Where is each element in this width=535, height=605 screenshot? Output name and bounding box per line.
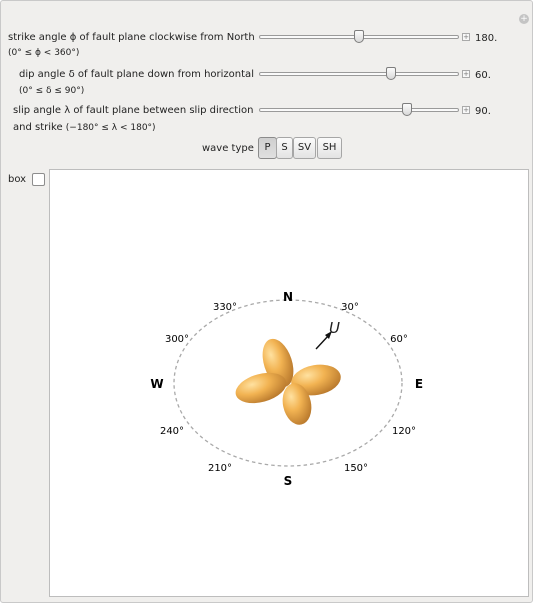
strike-value: 180. [475,33,498,44]
cardinal-west: W [150,377,163,391]
plot-area[interactable]: U N E S W 30° 60° 120° 150° 210° 240° 30… [49,169,529,597]
slip-slider-thumb[interactable] [401,103,412,116]
wave-type-label: wave type [202,143,254,154]
dip-slider[interactable] [259,67,459,80]
wave-type-sh-button[interactable]: SH [317,137,342,159]
radiation-pattern-plot: U N E S W 30° 60° 120° 150° 210° 240° 30… [150,290,423,488]
angle-300: 300° [165,334,189,345]
slip-expand-button[interactable]: + [462,106,470,114]
strike-slider-thumb[interactable] [354,30,364,43]
slip-range: (−180° ≤ λ < 180°) [65,123,156,133]
strike-range: (0° ≤ ϕ < 360°) [8,48,80,58]
angle-210: 210° [208,463,232,474]
slip-label-line2: and strike (−180° ≤ λ < 180°) [13,122,156,133]
cardinal-north: N [283,290,293,304]
angle-150: 150° [344,463,368,474]
angle-60: 60° [390,334,408,345]
angle-330: 330° [213,302,237,313]
slip-vector-line [315,334,330,350]
slip-vector-label: U [329,319,340,337]
angle-120: 120° [392,426,416,437]
strike-slider[interactable] [259,30,459,43]
dip-expand-button[interactable]: + [462,70,470,78]
slip-label-cont: and strike [13,122,63,133]
dip-value: 60. [475,70,491,81]
strike-label: strike angle ϕ of fault plane clockwise … [8,32,255,43]
angle-30: 30° [341,302,359,313]
wave-type-sv-button[interactable]: SV [293,137,316,159]
slip-label: slip angle λ of fault plane between slip… [13,105,254,116]
slip-slider[interactable] [259,103,459,116]
radiation-lobes [235,338,341,425]
angle-240: 240° [160,426,184,437]
dip-range: (0° ≤ δ ≤ 90°) [19,86,85,96]
dip-slider-thumb[interactable] [385,67,396,80]
dip-label: dip angle δ of fault plane down from hor… [19,69,254,80]
box-checkbox[interactable] [32,173,45,186]
wave-type-s-button[interactable]: S [276,137,293,159]
strike-expand-button[interactable]: + [462,33,470,41]
cardinal-south: S [284,474,293,488]
wave-type-p-button[interactable]: P [258,137,277,159]
manipulate-panel: + strike angle ϕ of fault plane clockwis… [0,0,533,603]
cardinal-east: E [415,377,423,391]
box-label: box [8,174,27,185]
plus-icon[interactable]: + [519,14,529,24]
slip-value: 90. [475,106,491,117]
